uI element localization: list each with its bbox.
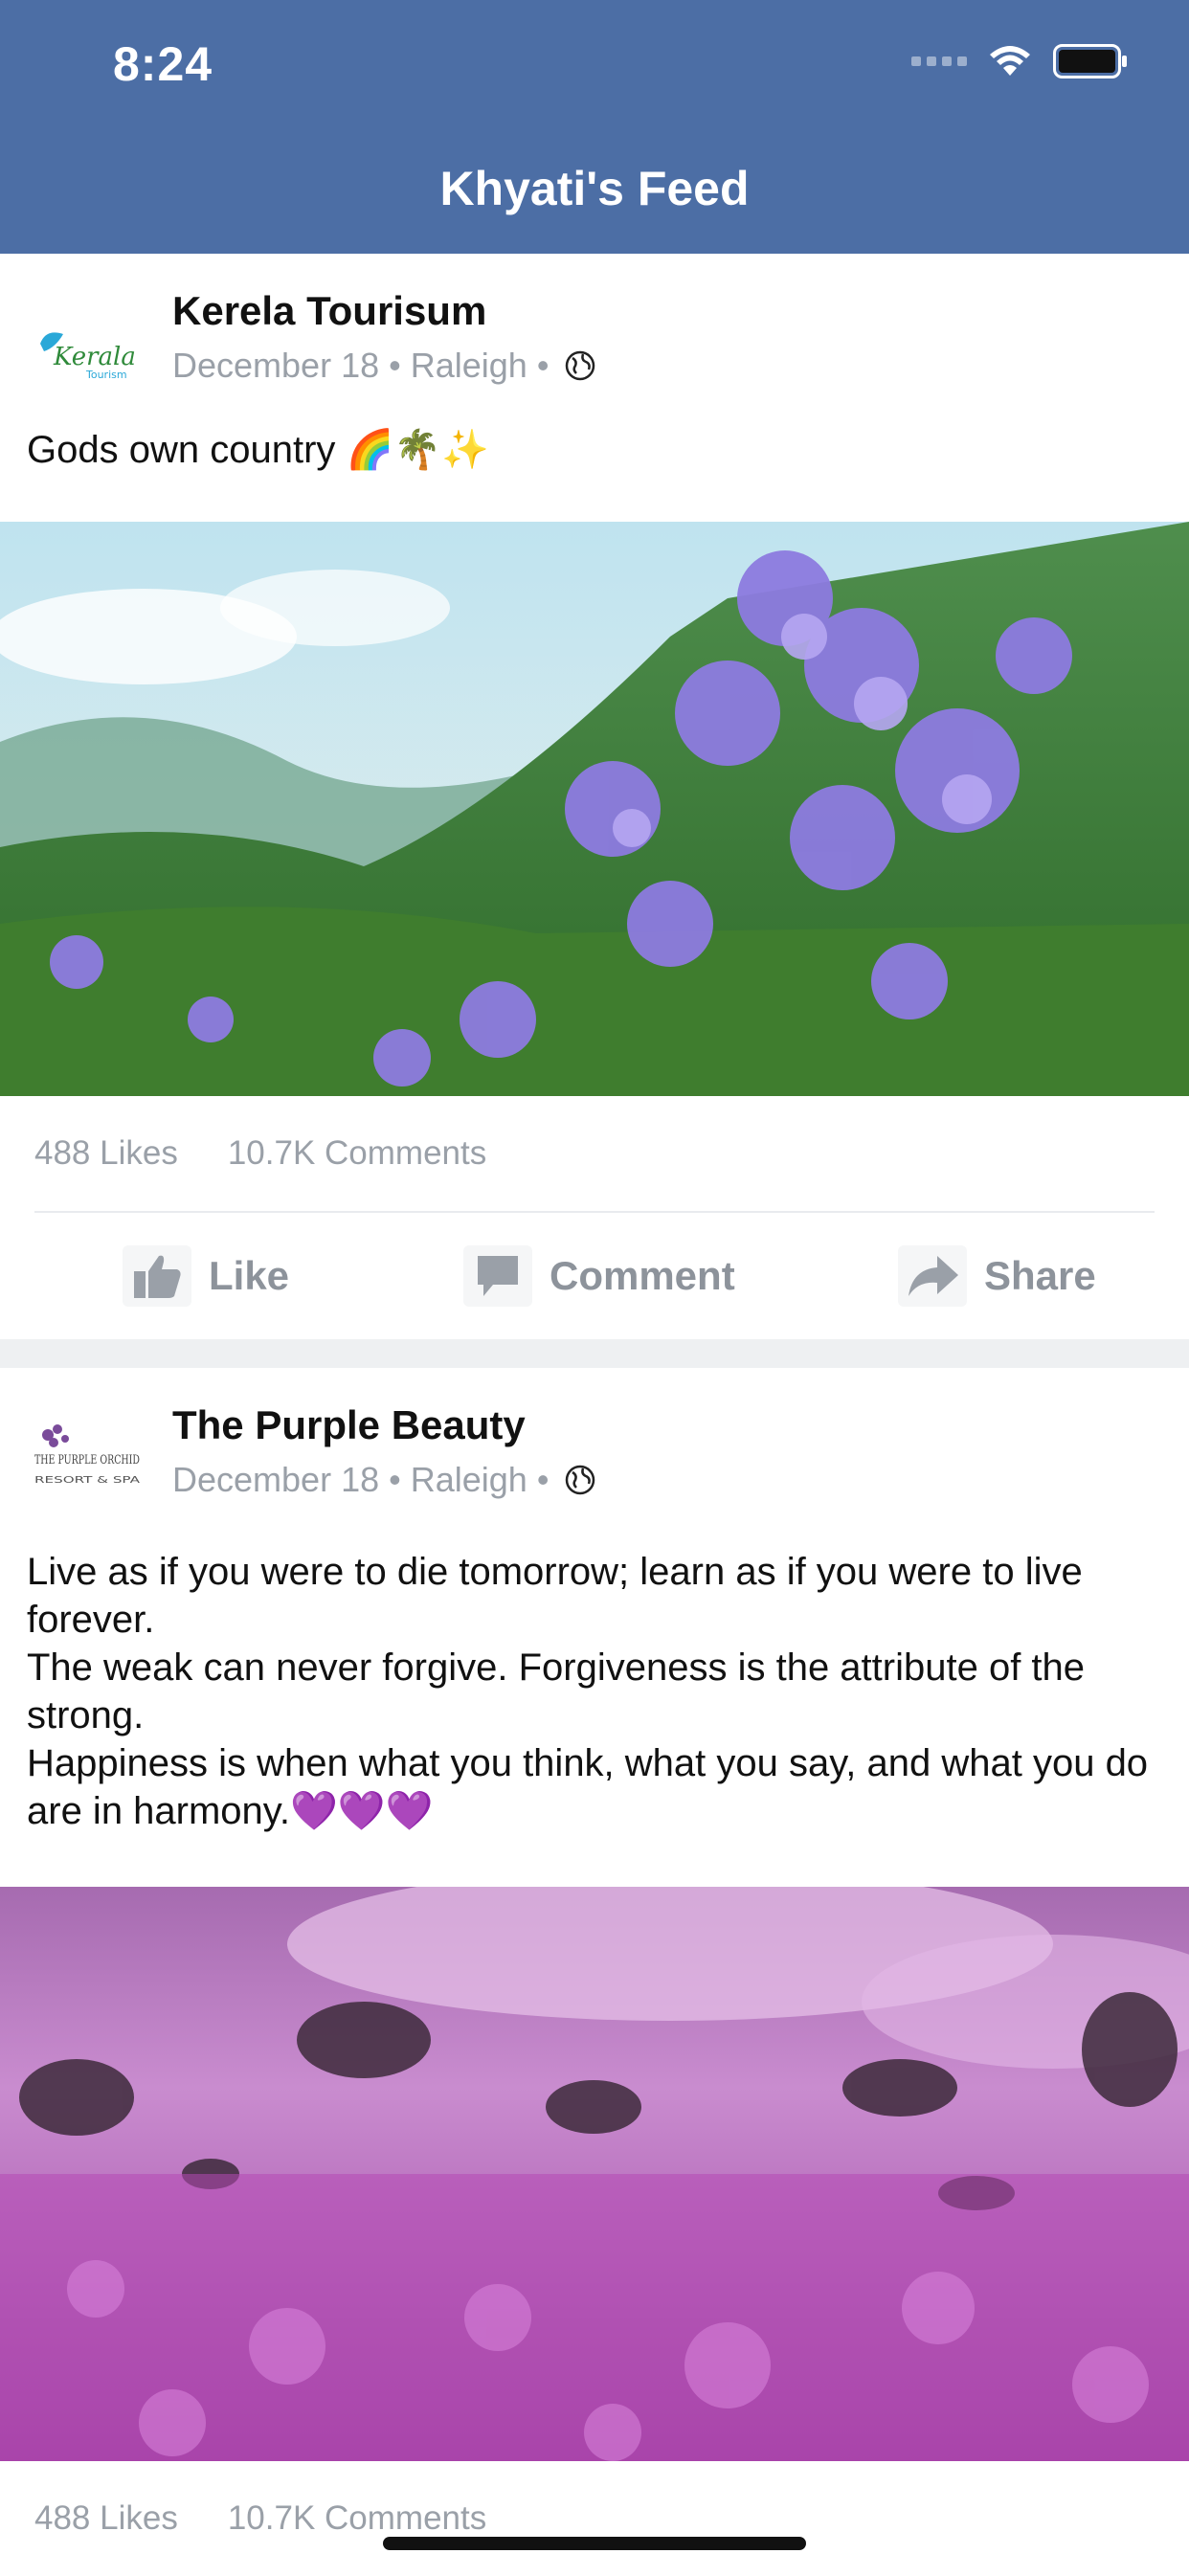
avatar[interactable]: THE PURPLE ORCHID RESORT & SPA [27,1406,146,1525]
likes-count[interactable]: 488 Likes [34,2499,178,2538]
svg-text:Kerala: Kerala [53,343,136,371]
meta-dot: • [536,346,550,385]
post-location: Raleigh [410,1460,527,1499]
post-body: Gods own country 🌈🌴✨ [0,407,1189,522]
post-text-line: Happiness is when what you think, what y… [27,1742,1159,1832]
post-location: Raleigh [410,346,527,385]
post-text-line: Live as if you were to die tomorrow; lea… [27,1551,1093,1641]
globe-icon [566,1465,595,1495]
comments-count[interactable]: 10.7K Comments [228,1134,486,1173]
status-icons [911,44,1128,78]
comment-button[interactable]: Comment [463,1213,735,1339]
post-header: THE PURPLE ORCHID RESORT & SPA The Purpl… [0,1368,1189,1525]
likes-count[interactable]: 488 Likes [34,1134,178,1173]
signal-icon [911,56,967,66]
thumbs-up-icon [123,1245,191,1307]
wifi-icon [990,46,1030,76]
comment-icon [463,1245,532,1307]
home-indicator[interactable] [383,2537,806,2550]
svg-text:Tourism: Tourism [85,369,127,381]
post-header: Kerala Tourism Kerela Tourisum December … [0,254,1189,411]
post-stats: 488 Likes 10.7K Comments [34,1096,1155,1213]
share-button[interactable]: Share [898,1213,1096,1339]
svg-text:THE PURPLE ORCHID: THE PURPLE ORCHID [34,1453,140,1467]
post-actions: Like Comment Share [0,1213,1189,1339]
post-card: Kerala Tourism Kerela Tourisum December … [0,254,1189,1339]
avatar[interactable]: Kerala Tourism [27,292,146,411]
post-separator [0,1339,1189,1368]
mountain-flowers-image[interactable] [0,522,1189,1096]
svg-text:RESORT & SPA: RESORT & SPA [34,1475,140,1486]
comment-label: Comment [550,1253,735,1298]
share-label: Share [984,1253,1096,1298]
post-text-line: The weak can never forgive. Forgiveness … [27,1646,1096,1736]
post-stats: 488 Likes 10.7K Comments [34,2461,1155,2576]
navigation-bar: 8:24 Khyati's Feed [0,0,1189,254]
share-icon [898,1245,967,1307]
globe-icon [566,350,595,381]
post-meta: December 18 • Raleigh • [172,346,596,386]
battery-icon [1053,44,1127,78]
post-meta: December 18 • Raleigh • [172,1460,596,1500]
like-button[interactable]: Like [123,1213,289,1339]
post-card: THE PURPLE ORCHID RESORT & SPA The Purpl… [0,1368,1189,2576]
post-author[interactable]: The Purple Beauty [172,1402,526,1448]
like-label: Like [209,1253,290,1298]
post-text-line: Gods own country 🌈🌴✨ [27,429,489,471]
feed: Kerala Tourism Kerela Tourisum December … [0,254,1189,2576]
meta-dot: • [389,346,401,385]
meta-dot: • [536,1460,550,1499]
meta-dot: • [389,1460,401,1499]
post-author[interactable]: Kerela Tourisum [172,288,486,334]
post-date: December 18 [172,346,380,385]
comments-count[interactable]: 10.7K Comments [228,2499,486,2538]
post-date: December 18 [172,1460,380,1499]
purple-meadow-image[interactable] [0,1887,1189,2461]
status-time: 8:24 [113,37,213,91]
page-title: Khyati's Feed [439,162,750,215]
post-body: Live as if you were to die tomorrow; lea… [0,1521,1189,1887]
